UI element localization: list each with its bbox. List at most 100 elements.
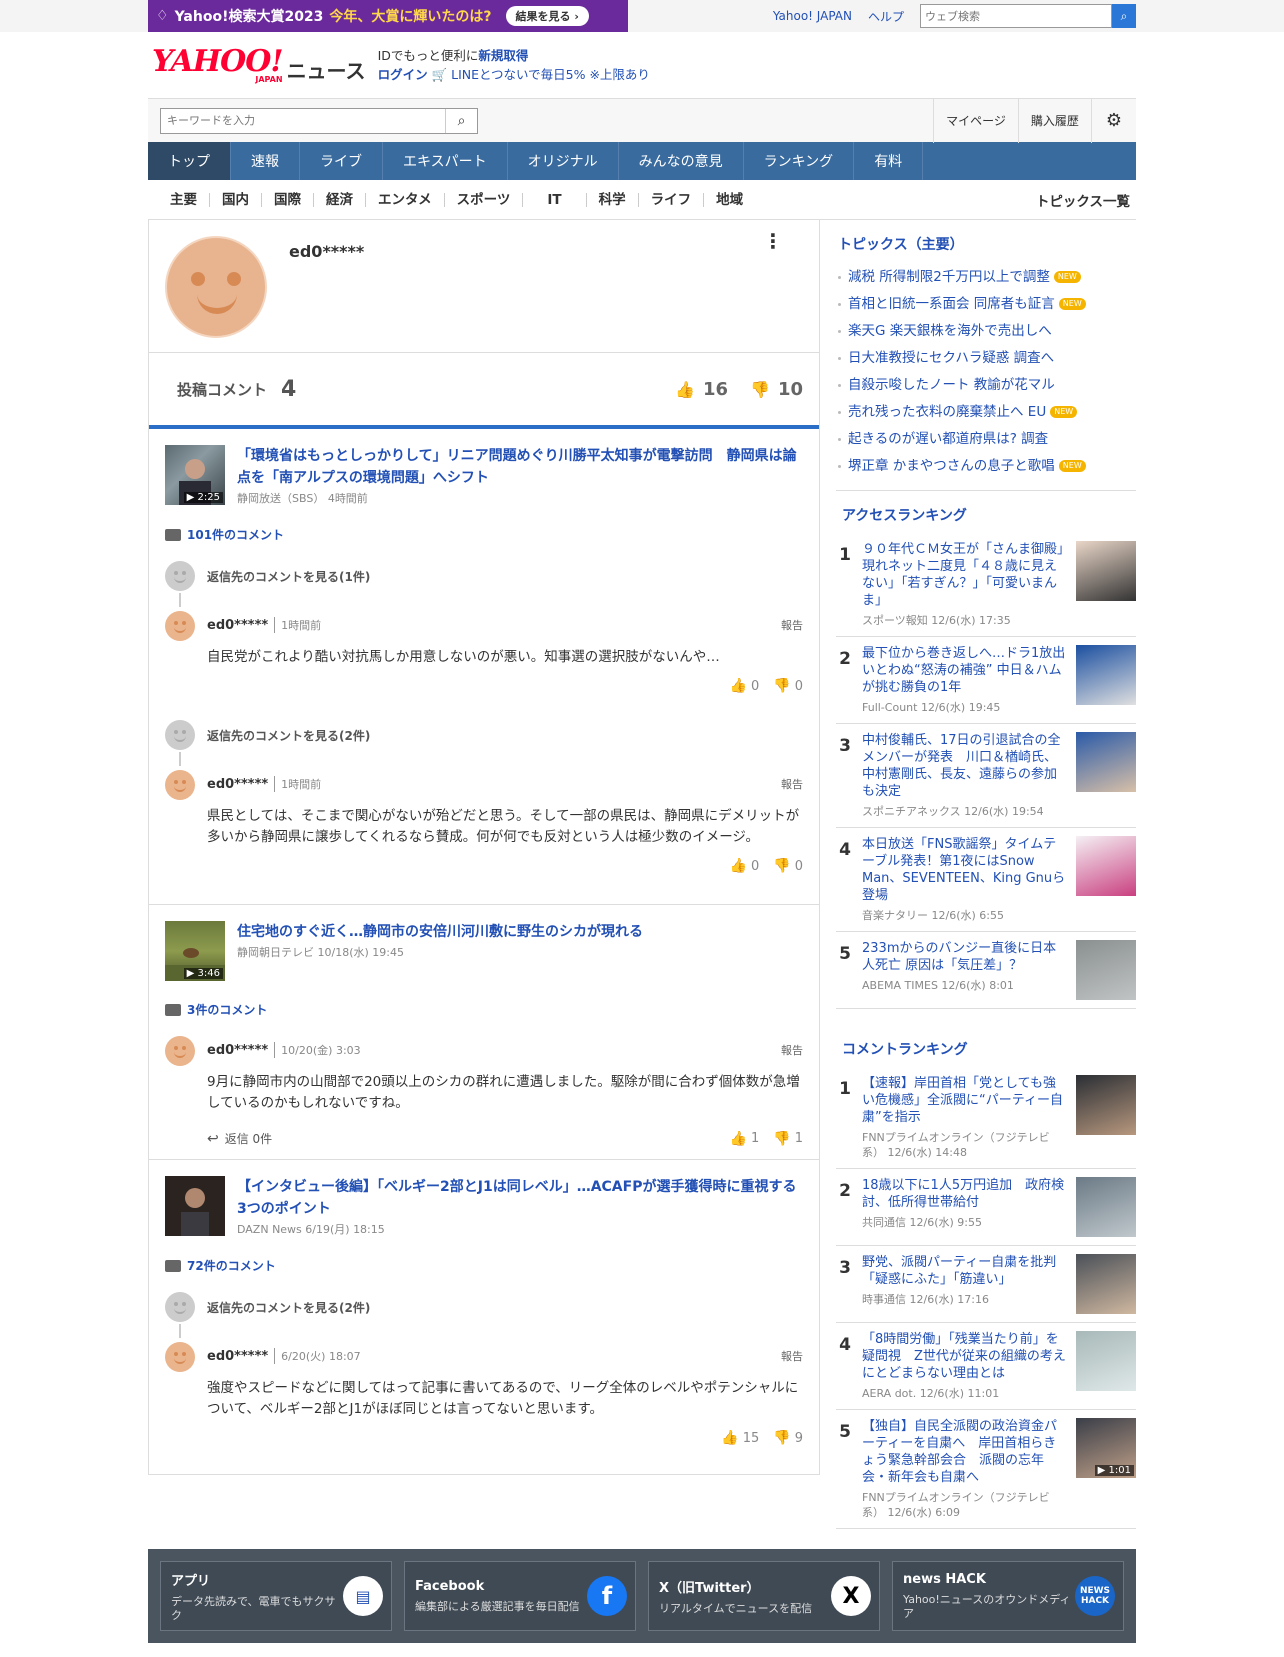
topic-item[interactable]: 首相と旧統一系面会 同席者も証言 NEW (836, 291, 1136, 318)
nav-flash[interactable]: 速報 (231, 142, 300, 180)
article-title[interactable]: 「環境省はもっとしっかりして」リニア問題めぐり川勝平太知事が電撃訪問 静岡県は論… (237, 445, 803, 489)
ranking-item[interactable]: 5 233mからのバンジー直後に日本人死亡 原因は「気圧差」？ ABEMA TIME… (836, 932, 1136, 1009)
article-title[interactable]: 【インタビュー後編】「ベルギー2部とJ1は同レベル」…ACAFPが選手獲得時に重… (237, 1176, 803, 1220)
nav-expert[interactable]: エキスパート (383, 142, 508, 180)
comment-count-link[interactable]: 3件のコメント (165, 1001, 803, 1018)
category-main[interactable]: 主要 (148, 192, 210, 207)
banner-title: Yahoo!検索大賞2023 (174, 9, 324, 25)
more-menu-icon[interactable]: ⋮ (763, 231, 783, 251)
dislike-button[interactable]: 👎 9 (773, 1430, 803, 1446)
header: YAHOO! JAPAN ニュース IDでもっと便利に新規取得 ログイン 🛒 L… (148, 32, 1136, 98)
topic-item[interactable]: 堺正章 かまやつさんの息子と歌唱 NEW (836, 453, 1136, 480)
x-promo[interactable]: X（旧Twitter） リアルタイムでニュースを配信 X (648, 1561, 880, 1631)
search-button[interactable]: ⌕ (445, 108, 477, 133)
topic-item[interactable]: 日大准教授にセクハラ疑惑 調査へ (836, 345, 1136, 372)
yahoo-news-logo[interactable]: YAHOO! JAPAN ニュース (152, 46, 366, 84)
comment-user[interactable]: ed0***** (207, 1349, 268, 1364)
topic-item[interactable]: 売れ残った衣料の廃棄禁止へ EU NEW (836, 399, 1136, 426)
ranking-item[interactable]: 1 【速報】岸田首相「党としても強い危機感」全派閥に“パーティー自粛”を指示 FNN… (836, 1067, 1136, 1169)
ranking-item[interactable]: 1 ９０年代ＣＭ女王が「さんま御殿」現れネット二度見「４８歳に見えない」「若すぎん… (836, 533, 1136, 637)
topic-item[interactable]: 起きるのが遅い都道府県は? 調査 (836, 426, 1136, 453)
facebook-promo[interactable]: Facebook 編集部による厳選記事を毎日配信 f (404, 1561, 636, 1631)
category-it[interactable]: IT (523, 192, 587, 207)
register-link[interactable]: 新規取得 (478, 48, 528, 63)
article-thumbnail[interactable] (165, 1176, 225, 1236)
login-link[interactable]: ログイン (378, 67, 428, 82)
category-science[interactable]: 科学 (587, 192, 639, 207)
report-link[interactable]: 報告 (781, 1348, 803, 1364)
mypage-link[interactable]: マイページ (933, 98, 1018, 143)
ranking-item[interactable]: 3 中村俊輔氏、17日の引退試合の全メンバーが発表 川口＆楢崎氏、中村憲剛氏、長友… (836, 724, 1136, 828)
app-promo[interactable]: アプリ データ先読みで、電車でもサクサク ▤ (160, 1561, 392, 1631)
dislike-button[interactable]: 👎 0 (773, 858, 803, 874)
topic-item[interactable]: 楽天G 楽天銀株を海外で売出しへ (836, 318, 1136, 345)
web-search-button[interactable]: ⌕ (1112, 4, 1136, 28)
nav-live[interactable]: ライブ (300, 142, 383, 180)
banner-result-button[interactable]: 結果を見る › (505, 6, 589, 26)
rank-number: 2 (839, 649, 851, 669)
article-title[interactable]: 住宅地のすぐ近く…静岡市の安倍川河川敷に野生のシカが現れる (237, 921, 643, 943)
comment-count-link[interactable]: 72件のコメント (165, 1257, 803, 1274)
reply-count: 返信 0件 (224, 1132, 273, 1146)
keyword-search-input[interactable] (161, 108, 445, 133)
line-promo-link[interactable]: LINEとつないで毎日5% ※上限あり (451, 67, 650, 82)
article-thumbnail[interactable]: ▶ 3:46 (165, 921, 225, 981)
ranking-item[interactable]: 3 野党、派閥パーティー自粛を批判 「疑惑にふた」「筋違い」 時事通信 12/6(水… (836, 1246, 1136, 1323)
dislike-button[interactable]: 👎 0 (773, 678, 803, 694)
settings-button[interactable]: ⚙ (1090, 98, 1136, 143)
view-parent-comment[interactable]: 返信先のコメントを見る(2件) (165, 720, 803, 750)
category-world[interactable]: 国際 (262, 192, 314, 207)
reply-button[interactable]: ↩ 返信 0件 (207, 1130, 272, 1147)
access-ranking-heading[interactable]: アクセスランキング (836, 490, 1136, 533)
category-life[interactable]: ライフ (639, 192, 705, 207)
yahoo-japan-link[interactable]: Yahoo! JAPAN (773, 9, 852, 23)
nav-paid[interactable]: 有料 (854, 142, 924, 180)
help-link[interactable]: ヘルプ (868, 8, 904, 25)
view-parent-comment[interactable]: 返信先のコメントを見る(2件) (165, 1292, 803, 1322)
comment-user[interactable]: ed0***** (207, 777, 268, 792)
category-entertainment[interactable]: エンタメ (366, 192, 445, 207)
topics-heading[interactable]: トピックス（主要） (836, 220, 1136, 264)
dislike-button[interactable]: 👎 1 (773, 1131, 803, 1147)
nav-top[interactable]: トップ (148, 142, 231, 180)
report-link[interactable]: 報告 (781, 776, 803, 792)
nav-opinion[interactable]: みんなの意見 (619, 142, 744, 180)
like-button[interactable]: 👍 1 (730, 1131, 760, 1147)
report-link[interactable]: 報告 (781, 1042, 803, 1058)
topic-item[interactable]: 自殺示唆したノート 教諭が花マル (836, 372, 1136, 399)
ranking-item[interactable]: 5 【独自】自民全派閥の政治資金パーティーを自粛へ 岸田首相らきょう緊急幹部会合 … (836, 1410, 1136, 1529)
comment-time: 10/20(金) 3:03 (274, 1042, 361, 1058)
category-local[interactable]: 地域 (704, 193, 755, 207)
purchase-history-link[interactable]: 購入履歴 (1017, 98, 1091, 143)
avatar (165, 1292, 195, 1322)
like-button[interactable]: 👍 15 (721, 1430, 759, 1446)
promo-title: アプリ (171, 1573, 211, 1589)
article-thumbnail[interactable]: ▶ 2:25 (165, 445, 225, 505)
comment-count-link[interactable]: 101件のコメント (165, 526, 803, 543)
web-search-input[interactable] (920, 4, 1112, 28)
ranking-item[interactable]: 4 「8時間労働」「残業当たり前」を疑問視 Z世代が従来の組織の考えにとどまらない… (836, 1323, 1136, 1410)
comment-ranking-heading[interactable]: コメントランキング (836, 1025, 1136, 1067)
avatar (165, 1342, 195, 1372)
topics-list-link[interactable]: トピックス一覧 (1036, 190, 1136, 210)
like-button[interactable]: 👍 0 (730, 858, 760, 874)
rank-thumbnail (1076, 645, 1136, 705)
nav-ranking[interactable]: ランキング (744, 142, 855, 180)
comment-user[interactable]: ed0***** (207, 618, 268, 633)
comment-user[interactable]: ed0***** (207, 1043, 268, 1058)
ranking-item[interactable]: 2 最下位から巻き返しへ…ドラ1放出いとわぬ“怒涛の補強” 中日＆ハムが挑む勝負の… (836, 637, 1136, 724)
category-domestic[interactable]: 国内 (210, 192, 262, 207)
category-economy[interactable]: 経済 (314, 192, 366, 207)
promo-title: news HACK (903, 1571, 986, 1587)
ranking-item[interactable]: 2 18歳以下に1人5万円追加 政府検討、低所得世帯給付 共同通信 12/6(水) … (836, 1169, 1136, 1246)
topic-item[interactable]: 減税 所得制限2千万円以上で調整 NEW (836, 264, 1136, 291)
avatar (165, 561, 195, 591)
newshack-promo[interactable]: news HACK Yahoo!ニュースのオウンドメディア NEWS HACK (892, 1561, 1124, 1631)
view-parent-comment[interactable]: 返信先のコメントを見る(1件) (165, 561, 803, 591)
category-sports[interactable]: スポーツ (445, 192, 524, 207)
nav-original[interactable]: オリジナル (508, 142, 619, 180)
report-link[interactable]: 報告 (781, 617, 803, 633)
ranking-item[interactable]: 4 本日放送「FNS歌謡祭」タイムテーブル発表！第1夜にはSnow Man、SEV… (836, 828, 1136, 932)
like-button[interactable]: 👍 0 (730, 678, 760, 694)
search-award-banner[interactable]: ♢ Yahoo!検索大賞2023 今年、大賞に輝いたのは? 結果を見る › (148, 0, 628, 32)
